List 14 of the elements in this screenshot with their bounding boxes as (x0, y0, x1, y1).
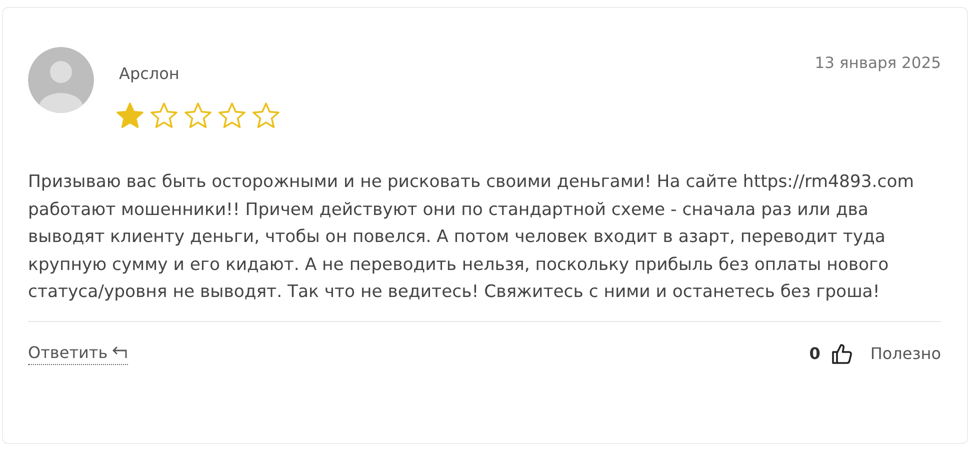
author-name: Арслон (119, 64, 180, 83)
star-icon (115, 101, 145, 131)
star-icon (149, 101, 179, 131)
reply-link[interactable]: Ответить (28, 342, 128, 365)
reply-arrow-icon (112, 345, 128, 360)
review-text: Призываю вас быть осторожными и не рисковать своими деньгами! На сайте https://rm4893.com работают мошенники!! Причем действуют они по стандартной схеме - сначала раз или два выводят клиенту деньги, чтобы он повелся. А потом человек входит в азарт, переводит туда крупную сумму и его кидают. А не переводить нельзя, поскольку прибыль без оплаты нового статуса/уровня не выводят. Так что не ведитесь! Свяжитесь с ними и останетесь без гроша! (28, 171, 915, 304)
star-icon (217, 101, 247, 131)
star-icon (183, 101, 213, 131)
star-icon (251, 101, 281, 131)
helpful-count: 0 (809, 344, 820, 364)
thumbs-up-icon[interactable] (830, 342, 854, 366)
review-date: 13 января 2025 (814, 54, 941, 72)
helpful-label: Полезно (870, 344, 941, 364)
avatar-icon (28, 47, 94, 113)
